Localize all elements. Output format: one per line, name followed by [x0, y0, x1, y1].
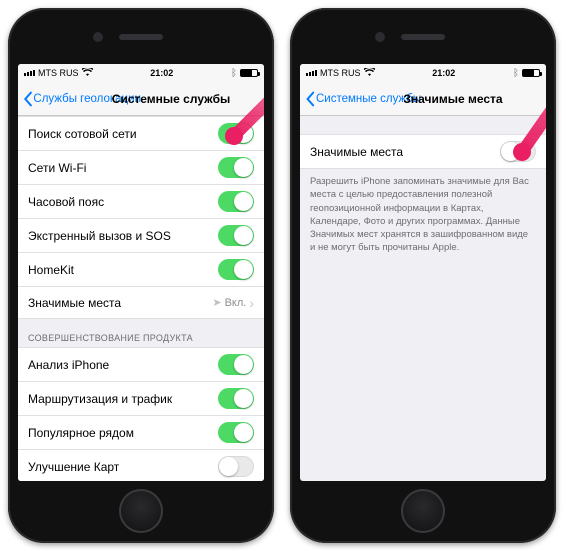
row-label: Популярное рядом: [28, 426, 134, 440]
home-button[interactable]: [401, 489, 445, 533]
row-label: Часовой пояс: [28, 195, 104, 209]
footer-text: Разрешить iPhone запоминать значимые для…: [300, 169, 546, 261]
row-label: Экстренный вызов и SOS: [28, 229, 171, 243]
row-маршрутизация-и-трафик[interactable]: Маршрутизация и трафик: [18, 382, 264, 416]
status-bar: MTS RUS 21:02 ᛒ: [18, 64, 264, 82]
toggle-switch[interactable]: [218, 456, 254, 477]
section-header: СОВЕРШЕНСТВОВАНИЕ ПРОДУКТА: [18, 319, 264, 347]
chevron-right-icon: ›: [249, 296, 254, 310]
carrier-label: MTS RUS: [320, 68, 361, 78]
row-detail: ➤ Вкл. ›: [212, 296, 254, 310]
toggle-switch[interactable]: [218, 191, 254, 212]
toggle-switch[interactable]: [218, 225, 254, 246]
row-label: Поиск сотовой сети: [28, 127, 137, 141]
bluetooth-icon: ᛒ: [513, 68, 519, 79]
toggle-switch[interactable]: [218, 354, 254, 375]
nav-bar: Системные службы Значимые места: [300, 82, 546, 116]
row-label: HomeKit: [28, 263, 74, 277]
bluetooth-icon: ᛒ: [231, 68, 237, 79]
status-bar: MTS RUS 21:02 ᛒ: [300, 64, 546, 82]
row-label: Значимые места: [310, 145, 403, 159]
battery-icon: [240, 69, 258, 77]
back-button[interactable]: Службы геолокации: [22, 91, 141, 107]
row-homekit[interactable]: HomeKit: [18, 253, 264, 287]
row-label: Сети Wi-Fi: [28, 161, 86, 175]
toggle-switch[interactable]: [218, 157, 254, 178]
row-улучшение-карт[interactable]: Улучшение Карт: [18, 450, 264, 481]
clock: 21:02: [150, 68, 173, 78]
back-button[interactable]: Системные службы: [304, 91, 421, 107]
row-популярное-рядом[interactable]: Популярное рядом: [18, 416, 264, 450]
chevron-left-icon: [304, 91, 316, 107]
row-экстренный-вызов-и-sos[interactable]: Экстренный вызов и SOS: [18, 219, 264, 253]
phone-camera: [375, 32, 385, 42]
phone-speaker: [119, 34, 163, 40]
toggle-switch[interactable]: [218, 422, 254, 443]
row-анализ-iphone[interactable]: Анализ iPhone: [18, 347, 264, 382]
row-label: Маршрутизация и трафик: [28, 392, 172, 406]
nav-bar: Службы геолокации Системные службы: [18, 82, 264, 116]
signal-icon: [306, 70, 317, 76]
toggle-switch[interactable]: [218, 259, 254, 280]
toggle-switch[interactable]: [218, 123, 254, 144]
signal-icon: [24, 70, 35, 76]
row-label: Улучшение Карт: [28, 460, 119, 474]
battery-icon: [522, 69, 540, 77]
wifi-icon: [364, 68, 375, 79]
home-button[interactable]: [119, 489, 163, 533]
row-significant-places[interactable]: Значимые места ➤ Вкл. ›: [18, 287, 264, 319]
phone-right: MTS RUS 21:02 ᛒ Системные службы Значимы…: [290, 8, 556, 543]
settings-list: Поиск сотовой сети Сети Wi-Fi Часовой пояс…: [18, 116, 264, 481]
row-significant-places-toggle[interactable]: Значимые места: [300, 134, 546, 169]
back-label: Системные службы: [316, 93, 421, 105]
back-label: Службы геолокации: [33, 93, 141, 105]
phone-speaker: [401, 34, 445, 40]
row-label: Анализ iPhone: [28, 358, 109, 372]
toggle-switch[interactable]: [500, 141, 536, 162]
row-поиск-сотовой-сети[interactable]: Поиск сотовой сети: [18, 116, 264, 151]
row-label: Значимые места: [28, 296, 121, 310]
toggle-switch[interactable]: [218, 388, 254, 409]
row-часовой-пояс[interactable]: Часовой пояс: [18, 185, 264, 219]
row-сети-wi-fi[interactable]: Сети Wi-Fi: [18, 151, 264, 185]
clock: 21:02: [432, 68, 455, 78]
screen-left: MTS RUS 21:02 ᛒ Службы геолокации Систем…: [18, 64, 264, 481]
phone-left: MTS RUS 21:02 ᛒ Службы геолокации Систем…: [8, 8, 274, 543]
carrier-label: MTS RUS: [38, 68, 79, 78]
screen-right: MTS RUS 21:02 ᛒ Системные службы Значимы…: [300, 64, 546, 481]
location-arrow-icon: ➤: [212, 296, 221, 309]
settings-list: Значимые места Разрешить iPhone запомина…: [300, 116, 546, 261]
phone-camera: [93, 32, 103, 42]
wifi-icon: [82, 68, 93, 79]
chevron-left-icon: [22, 91, 33, 107]
